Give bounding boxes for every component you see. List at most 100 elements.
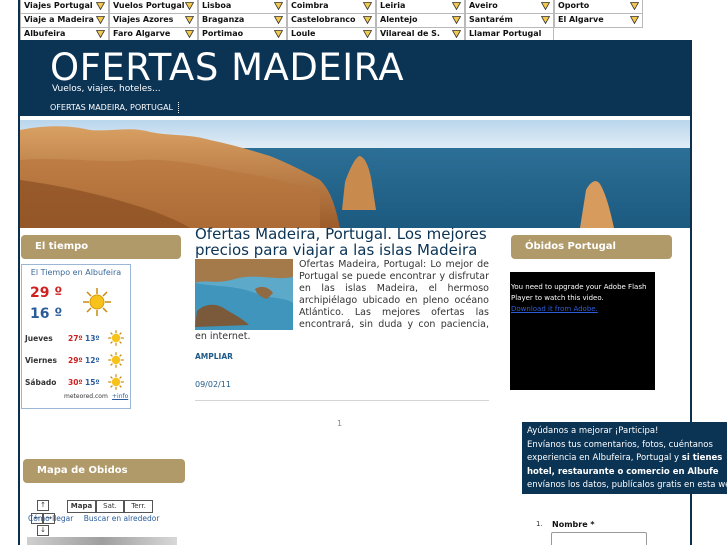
map-type-map-button[interactable]: Mapa	[67, 500, 96, 513]
participate-text: hotel, restaurante o comercio en Albufe	[527, 466, 719, 477]
weather-heading: El tiempo	[21, 235, 181, 259]
nav-item-lisboa[interactable]: Lisboa	[198, 0, 287, 14]
pan-down-icon[interactable]: ↓	[37, 525, 49, 536]
pagination-current-page[interactable]: 1	[337, 419, 342, 428]
dropdown-triangle-icon[interactable]	[541, 2, 550, 10]
nav-item-alentejo[interactable]: Alentejo	[376, 14, 465, 28]
nav-label: Aveiro	[469, 1, 498, 10]
dropdown-triangle-icon[interactable]	[630, 16, 639, 24]
directions-link[interactable]: Cómo llegar	[28, 514, 73, 523]
nav-row: Viaje a Madeira Viajes Azores Braganza C…	[20, 14, 645, 28]
forecast-row: Jueves 27º 13º	[24, 328, 128, 348]
nav-label: Viaje a Madeira	[24, 15, 94, 24]
participate-box: Ayúdanos a mejorar ¡Participa! Envíanos …	[522, 422, 727, 494]
sun-icon	[107, 373, 125, 393]
nav-item-el-algarve[interactable]: El Algarve	[554, 14, 643, 28]
participate-text: experiencia en Albufeira, Portugal y si …	[527, 453, 723, 463]
site-title[interactable]: OFERTAS MADEIRA	[50, 46, 404, 89]
sun-icon	[82, 287, 112, 321]
nav-item-aveiro[interactable]: Aveiro	[465, 0, 554, 14]
nav-item-viaje-a-madeira[interactable]: Viaje a Madeira	[20, 14, 109, 28]
nav-label: Braganza	[202, 15, 245, 24]
nav-label: Faro Algarve	[113, 29, 171, 38]
dropdown-triangle-icon[interactable]	[274, 16, 283, 24]
dropdown-triangle-icon[interactable]	[452, 2, 461, 10]
nav-item-vuelos-portugal[interactable]: Vuelos Portugal	[109, 0, 198, 14]
nav-item-braganza[interactable]: Braganza	[198, 14, 287, 28]
post-date: 09/02/11	[195, 380, 231, 389]
site-tagline: Vuelos, viajes, hoteles...	[52, 84, 161, 94]
map-type-terrain-button[interactable]: Terr.	[124, 500, 153, 513]
dropdown-triangle-icon[interactable]	[274, 30, 283, 38]
map-type-satellite-button[interactable]: Sat.	[96, 500, 124, 513]
dropdown-triangle-icon[interactable]	[185, 2, 194, 10]
nav-label: Llamar Portugal	[469, 29, 542, 38]
form-field-number: 1.	[536, 520, 543, 528]
nav-item-oporto[interactable]: Oporto	[554, 0, 643, 14]
name-input[interactable]	[551, 532, 647, 545]
flash-video-player[interactable]: You need to upgrade your Adobe Flash Pla…	[510, 272, 655, 390]
nav-item-coimbra[interactable]: Coimbra	[287, 0, 376, 14]
nav-label: Santarém	[469, 15, 513, 24]
nav-label: Lisboa	[202, 1, 232, 10]
flash-upgrade-message: You need to upgrade your Adobe Flash Pla…	[511, 283, 647, 302]
dropdown-triangle-icon[interactable]	[96, 2, 105, 10]
nav-item-viajes-azores[interactable]: Viajes Azores	[109, 14, 198, 28]
weather-min-temp: 16 º	[30, 306, 63, 322]
dropdown-triangle-icon[interactable]	[185, 16, 194, 24]
site-header: OFERTAS MADEIRA Vuelos, viajes, hoteles.…	[20, 40, 690, 116]
dropdown-triangle-icon[interactable]	[541, 16, 550, 24]
dropdown-triangle-icon[interactable]	[363, 2, 372, 10]
forecast-day: Viernes	[25, 356, 57, 365]
dropdown-triangle-icon[interactable]	[363, 16, 372, 24]
nav-label: Loule	[291, 29, 316, 38]
map-links: Cómo llegar Buscar en alrededor	[28, 514, 167, 523]
map-widget[interactable]: ↑ ← → ↓ Mapa Sat. Terr. Cómo llegar Busc…	[23, 497, 185, 545]
nav-label: Viajes Azores	[113, 15, 174, 24]
weather-credit[interactable]: meteored.com	[64, 393, 108, 400]
participate-text: Envíanos tus comentarios, fotos, cuéntan…	[527, 439, 713, 450]
search-nearby-link[interactable]: Buscar en alrededor	[84, 514, 160, 523]
dropdown-triangle-icon[interactable]	[96, 16, 105, 24]
coast-banner-image	[20, 120, 690, 228]
weather-more-link[interactable]: +info	[112, 393, 128, 400]
dropdown-triangle-icon[interactable]	[363, 30, 372, 38]
breadcrumb[interactable]: OFERTAS MADEIRA, PORTUGAL	[50, 103, 173, 112]
sun-icon	[107, 329, 125, 349]
dropdown-triangle-icon[interactable]	[274, 2, 283, 10]
dropdown-triangle-icon[interactable]	[452, 30, 461, 38]
nav-label: Alentejo	[380, 15, 418, 24]
nav-label: Leiria	[380, 1, 406, 10]
flash-download-link[interactable]: Download it from Adobe.	[511, 304, 654, 315]
pan-up-icon[interactable]: ↑	[37, 500, 49, 511]
forecast-day: Jueves	[25, 334, 53, 343]
nav-label: Oporto	[558, 1, 590, 10]
name-field-label: Nombre *	[552, 520, 595, 529]
participate-text: envíanos los datos, publícalos gratis en…	[527, 480, 727, 490]
weather-title: El Tiempo en Albufeira	[30, 268, 122, 277]
forecast-row: Sábado 30º 15º	[24, 372, 128, 392]
nav-item-viajes-portugal[interactable]: Viajes Portugal	[20, 0, 109, 14]
forecast-row: Viernes 29º 12º	[24, 350, 128, 370]
forecast-low: 12º	[85, 356, 100, 365]
dropdown-triangle-icon[interactable]	[96, 30, 105, 38]
nav-item-leiria[interactable]: Leiria	[376, 0, 465, 14]
nav-row: Viajes Portugal Vuelos Portugal Lisboa C…	[20, 0, 645, 14]
nav-item-santarem[interactable]: Santarém	[465, 14, 554, 28]
obidos-heading: Óbidos Portugal	[511, 235, 672, 259]
nav-label: Albufeira	[24, 29, 66, 38]
dropdown-triangle-icon[interactable]	[185, 30, 194, 38]
dropdown-triangle-icon[interactable]	[452, 16, 461, 24]
nav-label: Castelobranco	[291, 15, 356, 24]
nav-item-castelobranco[interactable]: Castelobranco	[287, 14, 376, 28]
nav-label: Coimbra	[291, 1, 329, 10]
weather-widget[interactable]: El Tiempo en Albufeira 29 º 16 º Jueves …	[21, 264, 131, 409]
map-tiles[interactable]	[27, 537, 177, 545]
nav-label: El Algarve	[558, 15, 604, 24]
post-divider	[195, 400, 489, 401]
post-title[interactable]: Ofertas Madeira, Portugal. Los mejores p…	[195, 226, 495, 258]
forecast-day: Sábado	[25, 378, 57, 387]
dropdown-triangle-icon[interactable]	[630, 2, 639, 10]
forecast-low: 13º	[85, 334, 100, 343]
read-more-link[interactable]: AMPLIAR	[195, 352, 233, 361]
